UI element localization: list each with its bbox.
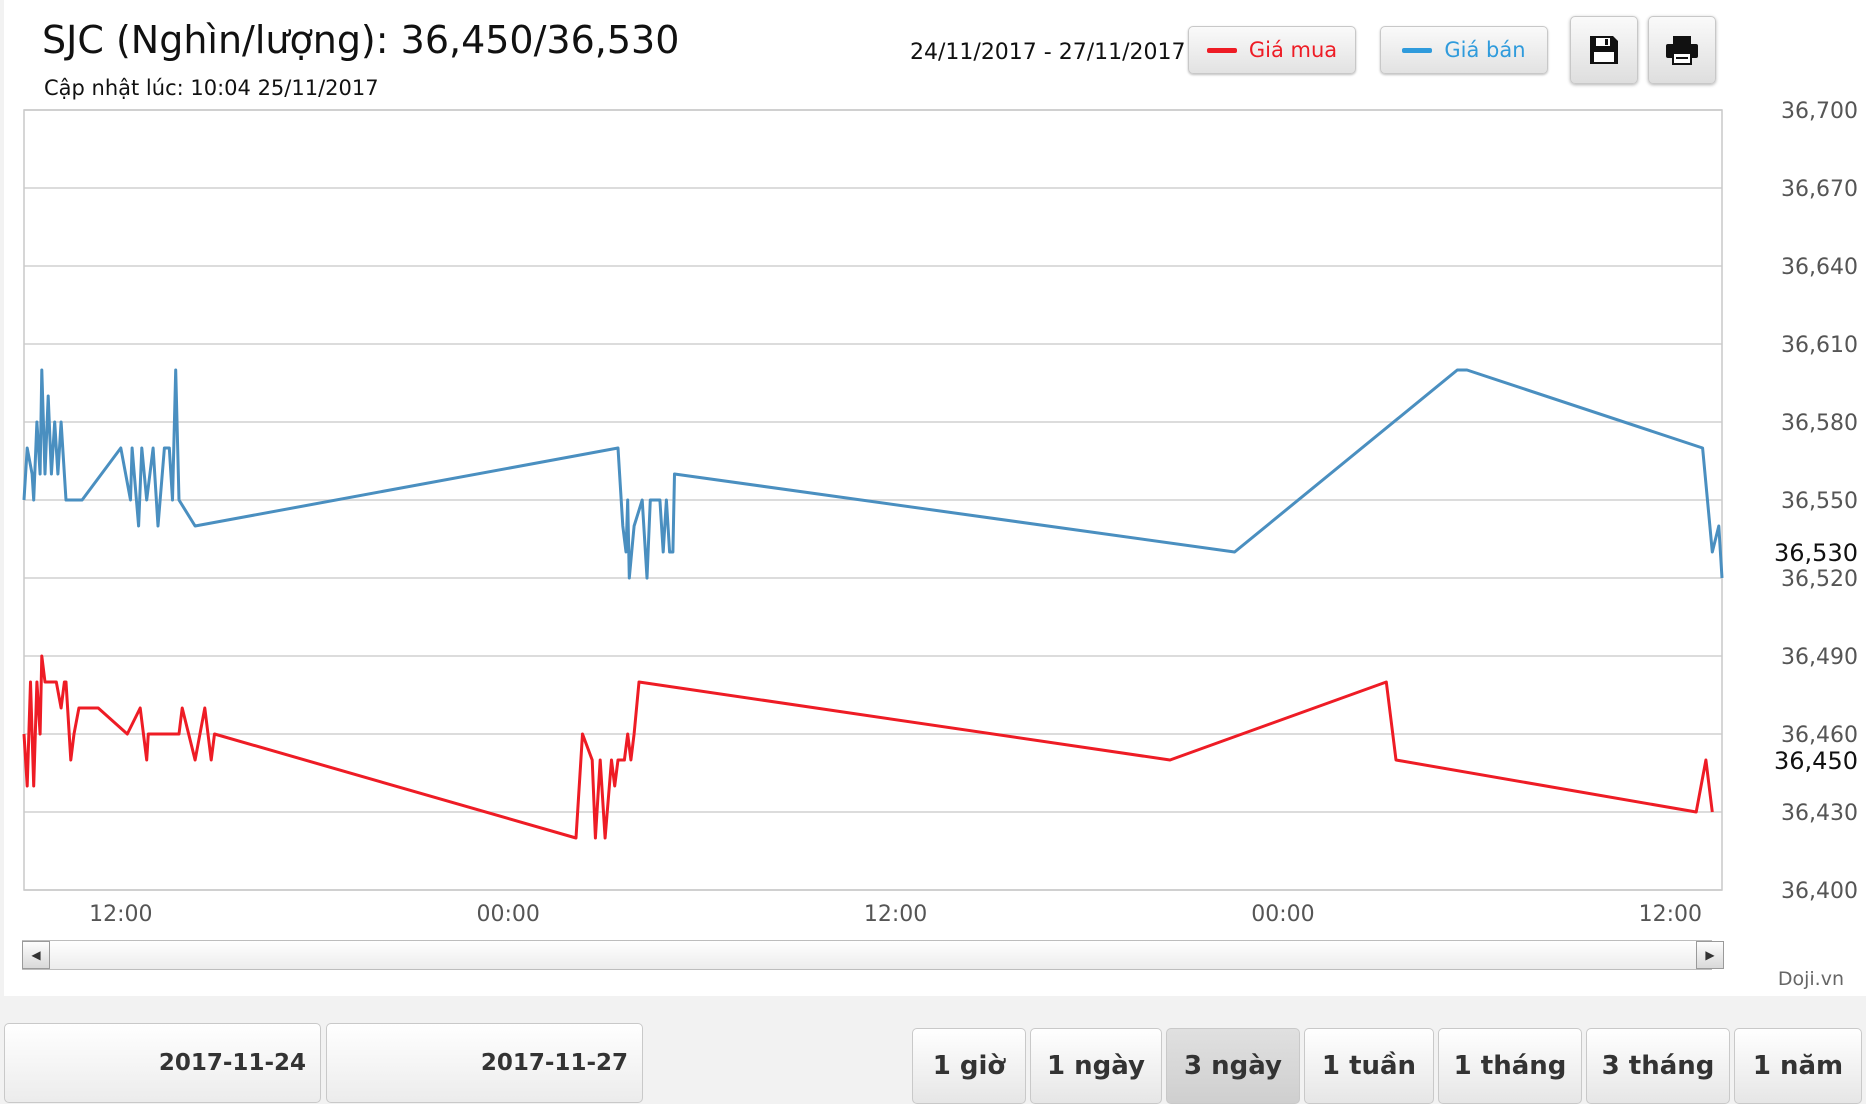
y-tick-label: 36,400 [1781, 879, 1858, 904]
credit-label: Doji.vn [1777, 968, 1844, 990]
scroll-left-button[interactable]: ◀ [22, 941, 50, 969]
x-tick-label: 12:00 [89, 902, 152, 927]
x-tick-label: 00:00 [1251, 902, 1314, 927]
x-tick-label: 12:00 [864, 902, 927, 927]
y-tick-label: 36,610 [1781, 333, 1858, 358]
y-tick-label: 36,520 [1781, 567, 1858, 592]
y-tick-label: 36,550 [1781, 489, 1858, 514]
period-button[interactable]: 1 tuần [1304, 1028, 1434, 1104]
from-date-input[interactable]: 2017-11-24 [4, 1023, 321, 1103]
navigator-scrollbar[interactable] [22, 940, 1712, 970]
series-line [22, 654, 1714, 840]
scroll-right-button[interactable]: ▶ [1696, 941, 1724, 969]
y-tick-label: 36,460 [1781, 723, 1858, 748]
y-tick-label: 36,670 [1781, 177, 1858, 202]
period-button[interactable]: 1 ngày [1030, 1028, 1162, 1104]
y-tick-label: 36,430 [1781, 801, 1858, 826]
y-axis: 36,700 36,670 36,640 36,610 36,580 36,550 36,5… [1781, 99, 1858, 904]
period-button[interactable]: 3 tháng [1586, 1028, 1730, 1104]
price-chart: 36,700 36,670 36,640 36,610 36,580 36,550 36,5… [22, 99, 1858, 927]
period-button[interactable]: 1 tháng [1438, 1028, 1582, 1104]
x-tick-label: 00:00 [477, 902, 540, 927]
x-tick-label: 12:00 [1639, 902, 1702, 927]
y-tick-label: 36,490 [1781, 645, 1858, 670]
to-date-input[interactable]: 2017-11-27 [326, 1023, 643, 1103]
y-tick-label: 36,640 [1781, 255, 1858, 280]
current-sell-label: 36,530 [1774, 539, 1858, 567]
y-tick-label: 36,580 [1781, 411, 1858, 436]
current-buy-label: 36,450 [1774, 747, 1858, 775]
period-button[interactable]: 3 ngày [1166, 1028, 1300, 1104]
period-button[interactable]: 1 giờ [912, 1028, 1026, 1104]
period-button[interactable]: 1 năm [1734, 1028, 1862, 1104]
series-line [22, 368, 1724, 580]
x-axis: 12:0000:0012:0000:0012:0000:00 [89, 902, 1702, 927]
series-group [22, 368, 1724, 840]
y-tick-label: 36,700 [1781, 99, 1858, 124]
